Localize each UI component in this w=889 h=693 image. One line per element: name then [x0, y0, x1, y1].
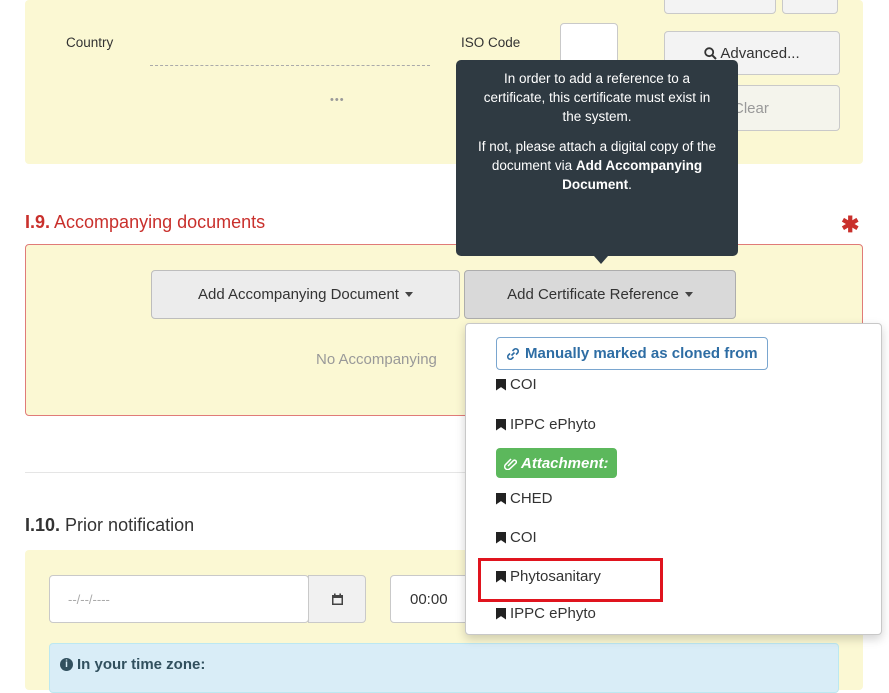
date-placeholder: --/--/----: [68, 591, 110, 607]
iso-code-input[interactable]: [560, 23, 618, 65]
menu-item-attachment-coi[interactable]: COI: [496, 529, 537, 546]
search-icon: [704, 46, 718, 60]
add-accompanying-document-label: Add Accompanying Document: [198, 286, 399, 303]
time-value: 00:00: [410, 590, 448, 608]
timezone-info-box: i In your time zone:: [49, 643, 839, 693]
section-i9-label: Accompanying documents: [54, 212, 266, 232]
certificate-reference-tooltip: In order to add a reference to a certifi…: [456, 60, 738, 256]
menu-item-manual-ippc-ephyto[interactable]: IPPC ePhyto: [496, 416, 596, 433]
timezone-label-row: i In your time zone:: [60, 656, 205, 673]
country-ellipsis: •••: [330, 94, 345, 106]
clear-label: Clear: [733, 99, 769, 117]
section-i10-label: Prior notification: [65, 515, 195, 535]
menu-item-attachment-ched[interactable]: CHED: [496, 490, 553, 507]
tooltip-arrow: [594, 256, 608, 264]
section-i9-title: I.9. Accompanying documents: [25, 212, 265, 233]
menu-item-label: COI: [510, 376, 537, 393]
top-hidden-button-2[interactable]: [782, 0, 838, 14]
menu-item-label: CHED: [510, 490, 553, 507]
calendar-icon: [331, 593, 343, 605]
add-certificate-reference-label: Add Certificate Reference: [507, 286, 679, 303]
manually-cloned-header: Manually marked as cloned from: [496, 337, 768, 370]
date-input[interactable]: --/--/----: [49, 575, 309, 623]
calendar-button[interactable]: [308, 575, 366, 623]
advanced-label: Advanced...: [720, 44, 800, 62]
tooltip-para2-bold: Add Accompanying Document: [562, 158, 703, 192]
menu-item-label: IPPC ePhyto: [510, 605, 596, 622]
bookmark-icon: [496, 607, 506, 620]
bookmark-icon: [496, 418, 506, 431]
menu-item-label: COI: [510, 529, 537, 546]
add-accompanying-document-button[interactable]: Add Accompanying Document: [151, 270, 460, 319]
add-certificate-reference-button[interactable]: Add Certificate Reference: [464, 270, 736, 319]
chevron-down-icon: [684, 292, 693, 297]
bookmark-icon: [496, 378, 506, 391]
timezone-label: In your time zone:: [77, 656, 206, 673]
required-asterisk-icon: ✱: [841, 212, 860, 237]
country-field-underline[interactable]: [150, 56, 430, 66]
info-icon: i: [60, 658, 73, 671]
section-i9-number: I.9.: [25, 212, 51, 232]
menu-item-label: IPPC ePhyto: [510, 416, 596, 433]
country-label: Country: [66, 35, 114, 50]
section-i10-number: I.10.: [25, 515, 61, 535]
top-hidden-button-1[interactable]: [664, 0, 776, 14]
menu-item-attachment-ippc-ephyto[interactable]: IPPC ePhyto: [496, 605, 596, 622]
bookmark-icon: [496, 492, 506, 505]
bookmark-icon: [496, 531, 506, 544]
tooltip-paragraph-1: In order to add a reference to a certifi…: [483, 71, 711, 124]
tooltip-paragraph-2: If not, please attach a digital copy of …: [470, 137, 724, 194]
iso-code-label: ISO Code: [461, 35, 521, 50]
phytosanitary-highlight-box: [478, 558, 663, 602]
attachment-header: Attachment:: [496, 448, 617, 478]
section-i10-title: I.10. Prior notification: [25, 515, 194, 536]
paperclip-icon: [504, 457, 517, 470]
chevron-down-icon: [404, 292, 413, 297]
tooltip-para2-suffix: .: [628, 177, 632, 192]
attachment-label: Attachment:: [521, 454, 609, 472]
link-icon: [507, 347, 519, 360]
menu-item-manual-coi[interactable]: COI: [496, 376, 537, 393]
no-accompanying-documents-text: No Accompanying: [316, 351, 437, 368]
manually-cloned-label: Manually marked as cloned from: [525, 345, 758, 362]
